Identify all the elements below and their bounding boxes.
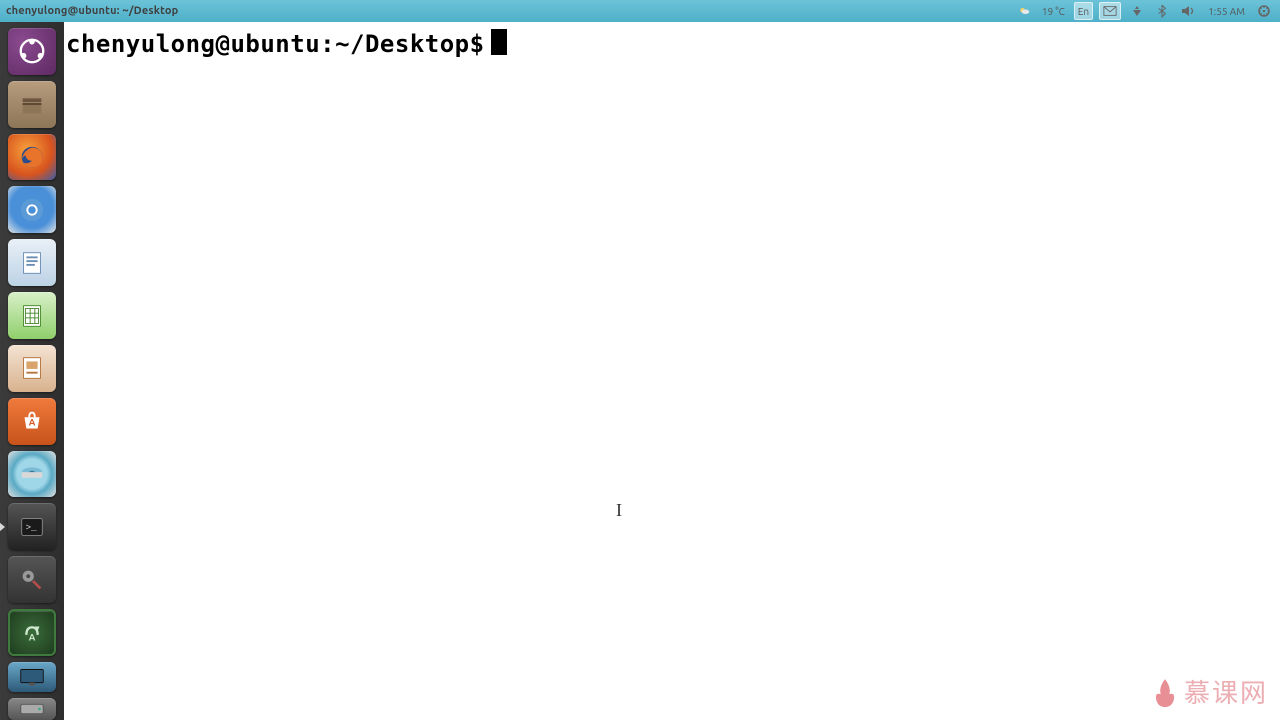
svg-text:>_: >_ xyxy=(25,522,37,533)
input-method-indicator[interactable]: En xyxy=(1074,2,1093,20)
launcher-libreoffice-impress[interactable] xyxy=(8,345,56,392)
launcher-terminal[interactable]: >_ xyxy=(8,503,56,550)
terminal-cursor xyxy=(491,29,507,55)
launcher-system-settings[interactable] xyxy=(8,556,56,603)
svg-text:A: A xyxy=(29,417,36,428)
top-panel: chenyulong@ubuntu: ~/Desktop 19 °C En 1:… xyxy=(0,0,1280,22)
power-icon[interactable] xyxy=(1254,2,1274,20)
terminal-window[interactable]: chenyulong@ubuntu:~/Desktop$ I xyxy=(64,22,1280,720)
bluetooth-icon[interactable] xyxy=(1153,2,1171,20)
launcher-software-center[interactable]: A xyxy=(8,398,56,445)
weather-icon[interactable] xyxy=(1015,2,1033,20)
text-cursor-icon: I xyxy=(616,500,623,521)
mail-icon[interactable] xyxy=(1099,2,1121,20)
terminal-prompt: chenyulong@ubuntu:~/Desktop$ xyxy=(66,30,485,58)
unity-launcher: A >_ A xyxy=(0,22,64,720)
system-tray: 19 °C En 1:55 AM xyxy=(1015,2,1274,20)
launcher-firefox[interactable] xyxy=(8,134,56,181)
svg-text:A: A xyxy=(29,631,36,642)
launcher-software-updater[interactable]: A xyxy=(8,609,56,656)
launcher-libreoffice-writer[interactable] xyxy=(8,239,56,286)
launcher-libreoffice-calc[interactable] xyxy=(8,292,56,339)
watermark: 慕课网 xyxy=(1152,673,1268,710)
watermark-text: 慕课网 xyxy=(1184,673,1268,710)
sound-icon[interactable] xyxy=(1177,2,1199,20)
launcher-files[interactable] xyxy=(8,81,56,128)
terminal-prompt-line: chenyulong@ubuntu:~/Desktop$ xyxy=(66,26,1278,58)
launcher-workspace-switcher[interactable] xyxy=(8,662,56,692)
weather-temp[interactable]: 19 °C xyxy=(1039,2,1068,20)
clock[interactable]: 1:55 AM xyxy=(1205,2,1248,20)
launcher-mounted-drive[interactable] xyxy=(8,698,56,720)
network-icon[interactable] xyxy=(1127,2,1147,20)
launcher-chromium[interactable] xyxy=(8,186,56,233)
launcher-disc-app[interactable] xyxy=(8,451,56,498)
launcher-dash-home[interactable] xyxy=(8,28,56,75)
flame-icon xyxy=(1152,677,1178,707)
window-title: chenyulong@ubuntu: ~/Desktop xyxy=(6,5,178,17)
